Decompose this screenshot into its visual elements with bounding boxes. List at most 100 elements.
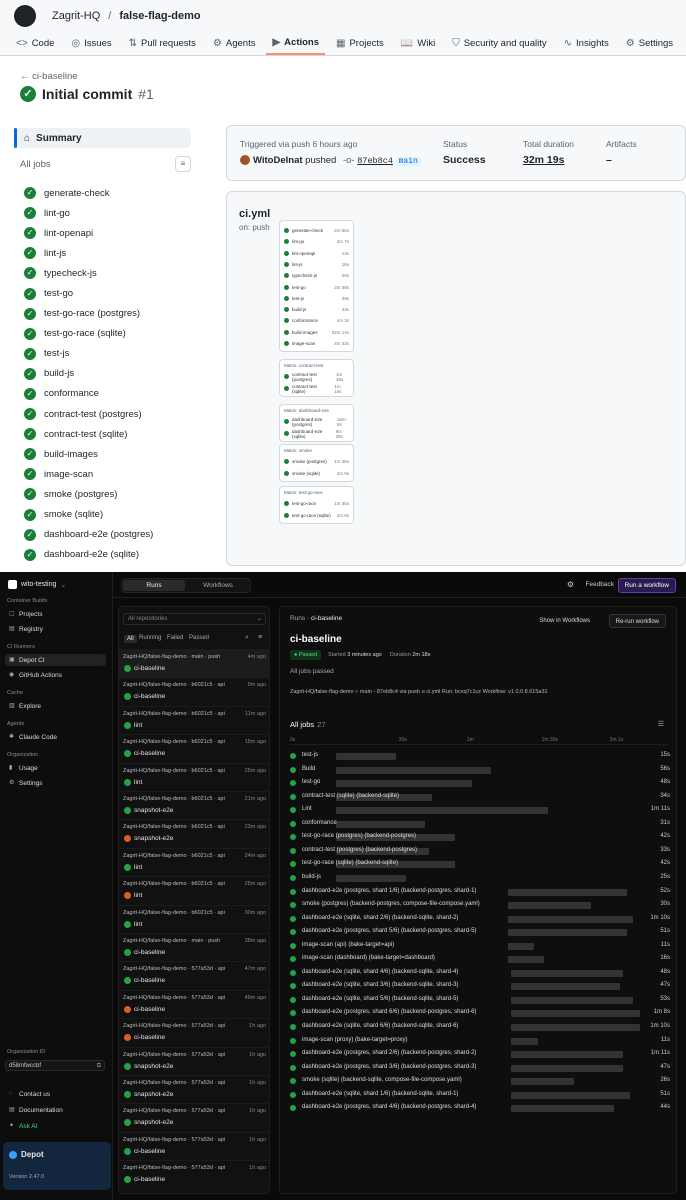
run-list-item[interactable]: Zagrit-HQ/false-flag-demo · main · push 3… [119, 933, 270, 961]
job-row[interactable]: dashboard-e2e (postgres, shard 3/6) (bac… [290, 1062, 676, 1076]
tab-insights[interactable]: ∿ Insights [558, 31, 615, 55]
job-item[interactable]: ✓ smoke (sqlite) [14, 505, 191, 525]
filter-running[interactable]: Running [139, 635, 161, 641]
tab-code[interactable]: <> Code [10, 31, 60, 55]
copy-icon[interactable]: ⧉ [97, 1061, 101, 1071]
nav-item-explore[interactable]: ▥ Explore [5, 700, 106, 712]
job-item[interactable]: ✓ generate-check [14, 183, 191, 203]
job-row[interactable]: test-go 48s [290, 777, 676, 791]
commit-link[interactable]: 87eb8c4 [357, 156, 393, 166]
job-row[interactable]: test-go-race (postgres) (backend-postgre… [290, 831, 676, 845]
job-item[interactable]: ✓ smoke (postgres) [14, 484, 191, 504]
graph-job[interactable]: contract-test (postgres) 1m 36s [284, 372, 349, 382]
graph-job[interactable]: dashboard-e2e (postgres) 10m 8s [284, 417, 349, 427]
graph-job[interactable]: image-scan 4m 33s [284, 339, 349, 348]
run-list-item[interactable]: Zagrit-HQ/false-flag-demo · b6021c5 · ap… [119, 705, 270, 734]
job-row[interactable]: smoke (sqlite) (backend-sqlite, compose-… [290, 1075, 676, 1089]
job-item[interactable]: ✓ lint-go [14, 203, 191, 223]
job-row[interactable]: dashboard-e2e (sqlite, shard 6/6) (backe… [290, 1021, 676, 1035]
graph-job[interactable]: lint-openapi 13s [284, 249, 349, 258]
tab-actions[interactable]: ▶ Actions [266, 31, 326, 55]
graph-job[interactable]: contract-test (sqlite) 1m 18s [284, 384, 349, 394]
graph-job[interactable]: test-js 39s [284, 294, 349, 303]
job-row[interactable]: dashboard-e2e (sqlite, shard 4/6) (backe… [290, 967, 676, 981]
summary-nav-item[interactable]: ⌂ Summary [14, 128, 191, 148]
run-list-item[interactable]: Zagrit-HQ/false-flag-demo · b6021c5 · ap… [119, 734, 270, 762]
job-row[interactable]: conformance 31s [290, 818, 676, 832]
run-list-item[interactable]: Zagrit-HQ/false-flag-demo · 577a53d · ap… [119, 1103, 270, 1131]
graph-job[interactable]: lint-go 2m 7s [284, 237, 349, 246]
tab-settings[interactable]: ⚙ Settings [620, 31, 679, 55]
run-list-item[interactable]: Zagrit-HQ/false-flag-demo · b6021c5 · ap… [119, 847, 270, 876]
nav-item-registry[interactable]: ▤ Registry [5, 623, 106, 635]
org-switcher[interactable]: wito-testing ⌄ [8, 580, 66, 589]
job-item[interactable]: ✓ lint-openapi [14, 223, 191, 243]
run-list-item[interactable]: Zagrit-HQ/false-flag-demo · 577a53d · ap… [119, 1131, 270, 1160]
job-row[interactable]: dashboard-e2e (sqlite, shard 5/6) (backe… [290, 994, 676, 1008]
job-row[interactable]: contract-test (postgres) (backend-postgr… [290, 845, 676, 859]
job-item[interactable]: ✓ test-go [14, 283, 191, 303]
job-item[interactable]: ✓ lint-js [14, 243, 191, 263]
workflows-tab[interactable]: Workflows [187, 580, 249, 591]
runs-tab[interactable]: Runs [123, 580, 185, 591]
back-to-workflow-link[interactable]: ← ci-baseline [20, 71, 78, 82]
user-link[interactable]: WitoDelnat [253, 155, 303, 166]
job-row[interactable]: image-scan (api) (bake-target=api) 11s [290, 940, 676, 954]
graph-job[interactable]: smoke (sqlite) 1m 9s [284, 469, 349, 478]
tab-pull-requests[interactable]: ⇅ Pull requests [123, 31, 202, 55]
job-row[interactable]: dashboard-e2e (postgres, shard 2/6) (bac… [290, 1048, 676, 1062]
job-row[interactable]: smoke (postgres) (backend-postgres, comp… [290, 899, 676, 913]
settings-sliders-icon[interactable]: ☰ [658, 720, 664, 728]
job-row[interactable]: Lint 1m 11s [290, 804, 676, 818]
run-list-item[interactable]: Zagrit-HQ/false-flag-demo · b6021c5 · ap… [119, 762, 270, 791]
job-row[interactable]: dashboard-e2e (sqlite, shard 3/6) (backe… [290, 980, 676, 994]
run-list-item[interactable]: Zagrit-HQ/false-flag-demo · b6021c5 · ap… [119, 677, 270, 705]
graph-job[interactable]: conformance 1m 3s [284, 316, 349, 325]
job-item[interactable]: ✓ conformance [14, 384, 191, 404]
job-item[interactable]: ✓ test-go-race (postgres) [14, 304, 191, 324]
job-item[interactable]: ✓ test-go-race (sqlite) [14, 324, 191, 344]
run-list-item[interactable]: Zagrit-HQ/false-flag-demo · 577a53d · ap… [119, 989, 270, 1018]
filter-icon[interactable]: ≡ [258, 634, 262, 641]
graph-job[interactable]: build-images 32m 14s [284, 328, 349, 337]
show-in-workflows-button[interactable]: Show in Workflows [533, 614, 596, 628]
job-item[interactable]: ✓ build-images [14, 444, 191, 464]
job-row[interactable]: contract-test (sqlite) (backend-sqlite) 3… [290, 791, 676, 805]
run-list-item[interactable]: Zagrit-HQ/false-flag-demo · 577a53d · ap… [119, 1160, 270, 1188]
job-item[interactable]: ✓ contract-test (postgres) [14, 404, 191, 424]
job-item[interactable]: ✓ image-scan [14, 464, 191, 484]
filter-icon[interactable]: ≡ [175, 156, 191, 172]
job-row[interactable]: image-scan (dashboard) (bake-target=dash… [290, 953, 676, 967]
job-item[interactable]: ✓ dashboard-e2e (sqlite) [14, 545, 191, 565]
repo-link[interactable]: false-flag-demo [119, 10, 200, 22]
graph-job[interactable]: smoke (postgres) 1m 35s [284, 457, 349, 466]
job-item[interactable]: ✓ test-js [14, 344, 191, 364]
job-item[interactable]: ✓ contract-test (sqlite) [14, 424, 191, 444]
job-row[interactable]: dashboard-e2e (sqlite, shard 2/6) (backe… [290, 913, 676, 927]
nav-item-documentation[interactable]: ▤ Documentation [5, 1104, 106, 1116]
graph-job[interactable]: typecheck-js 28s [284, 271, 349, 280]
nav-item-github-actions[interactable]: ◉ GitHub Actions [5, 669, 106, 681]
org-link[interactable]: Zagrit-HQ [52, 10, 100, 22]
run-list-item[interactable]: Zagrit-HQ/false-flag-demo · b6021c5 · ap… [119, 819, 270, 847]
job-row[interactable]: build-js 25s [290, 872, 676, 886]
tab-agents[interactable]: ⚙ Agents [207, 31, 262, 55]
job-row[interactable]: dashboard-e2e (postgres, shard 4/6) (bac… [290, 1102, 676, 1116]
job-row[interactable]: Build 56s [290, 764, 676, 778]
run-list-item[interactable]: Zagrit-HQ/false-flag-demo · 577a53d · ap… [119, 1075, 270, 1103]
rerun-workflow-button[interactable]: Re-run workflow [608, 614, 666, 628]
job-row[interactable]: dashboard-e2e (postgres, shard 6/6) (bac… [290, 1007, 676, 1021]
tab-security-and-quality[interactable]: ⛉ Security and quality [446, 31, 552, 55]
breadcrumb-runs[interactable]: Runs [290, 615, 305, 622]
nav-item-usage[interactable]: ▮ Usage [5, 762, 106, 774]
run-list-item[interactable]: Zagrit-HQ/false-flag-demo · b6021c5 · ap… [119, 876, 270, 904]
job-item[interactable]: ✓ typecheck-js [14, 263, 191, 283]
nav-item-ask-ai[interactable]: ✦ Ask AI [5, 1120, 106, 1132]
github-logo-icon[interactable] [14, 5, 36, 27]
job-row[interactable]: test-js 15s [290, 750, 676, 764]
run-list-item[interactable]: Zagrit-HQ/false-flag-demo · main · push 4… [119, 649, 270, 677]
job-item[interactable]: ✓ dashboard-e2e (postgres) [14, 525, 191, 545]
run-list-item[interactable]: Zagrit-HQ/false-flag-demo · b6021c5 · ap… [119, 791, 270, 819]
tab-projects[interactable]: ▦ Projects [330, 31, 390, 55]
duration-value[interactable]: 32m 19s [523, 154, 564, 166]
